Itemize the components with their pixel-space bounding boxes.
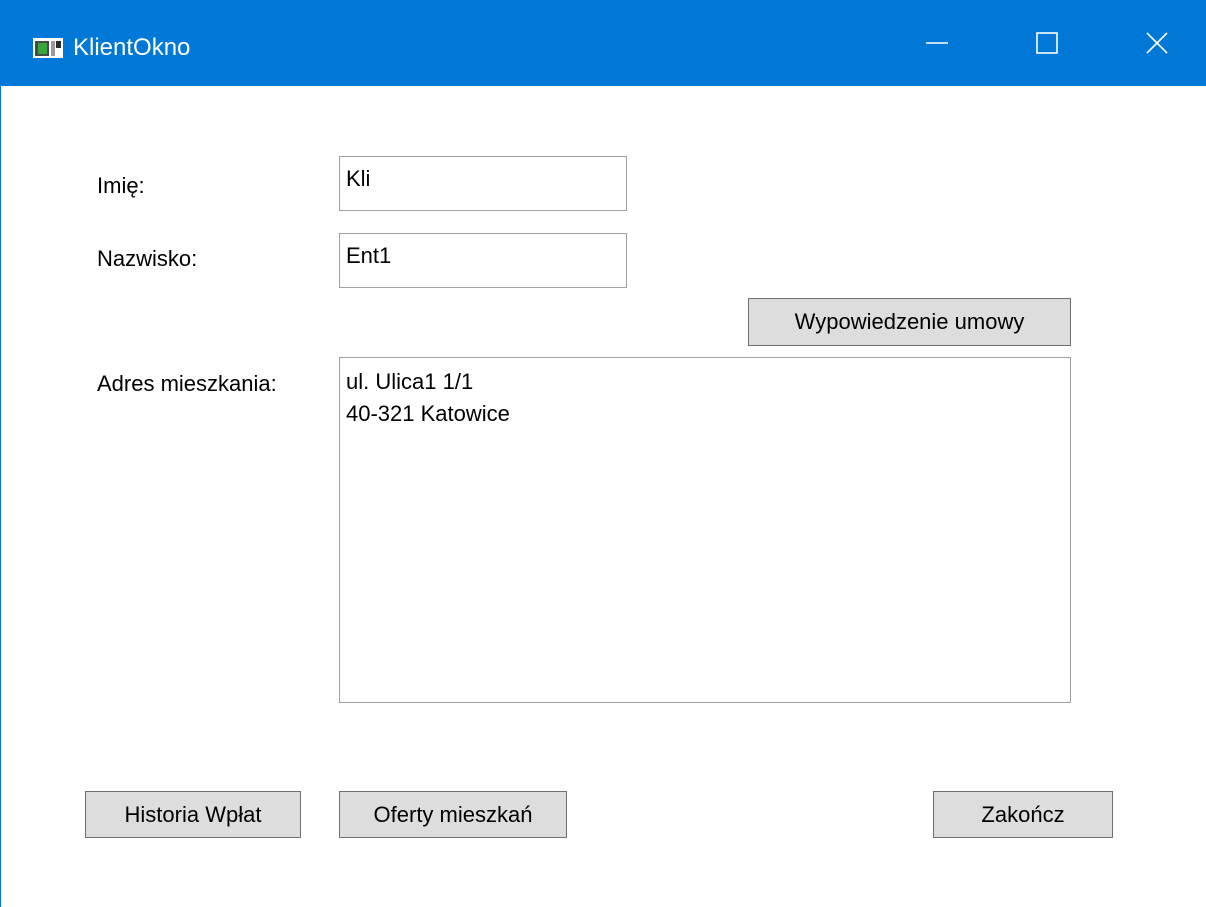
window-app-icon <box>33 38 63 58</box>
maximize-button[interactable] <box>997 0 1097 86</box>
last-name-label: Nazwisko: <box>97 246 198 271</box>
close-icon <box>1146 32 1168 54</box>
minimize-button[interactable] <box>887 0 987 86</box>
finish-button[interactable]: Zakończ <box>933 791 1113 838</box>
window-title: KlientOkno <box>73 34 191 61</box>
minimize-icon <box>926 42 948 44</box>
address-textarea[interactable]: ul. Ulica1 1/1 40-321 Katowice <box>339 357 1071 703</box>
address-label: Adres mieszkania: <box>97 371 277 396</box>
terminate-contract-button[interactable]: Wypowiedzenie umowy <box>748 298 1071 346</box>
title-bar[interactable]: KlientOkno <box>1 0 1206 86</box>
maximize-icon <box>1036 32 1058 54</box>
last-name-input[interactable]: Ent1 <box>339 233 627 288</box>
payment-history-button[interactable]: Historia Wpłat <box>85 791 301 838</box>
first-name-input[interactable]: Kli <box>339 156 627 211</box>
address-line: ul. Ulica1 1/1 <box>346 369 474 394</box>
address-line: 40-321 Katowice <box>346 401 510 426</box>
apartment-offers-button[interactable]: Oferty mieszkań <box>339 791 567 838</box>
close-button[interactable] <box>1107 0 1206 86</box>
first-name-label: Imię: <box>97 173 145 198</box>
client-window: KlientOkno Imię: Kli Nazwisko: Ent1 Wypo… <box>0 0 1206 907</box>
